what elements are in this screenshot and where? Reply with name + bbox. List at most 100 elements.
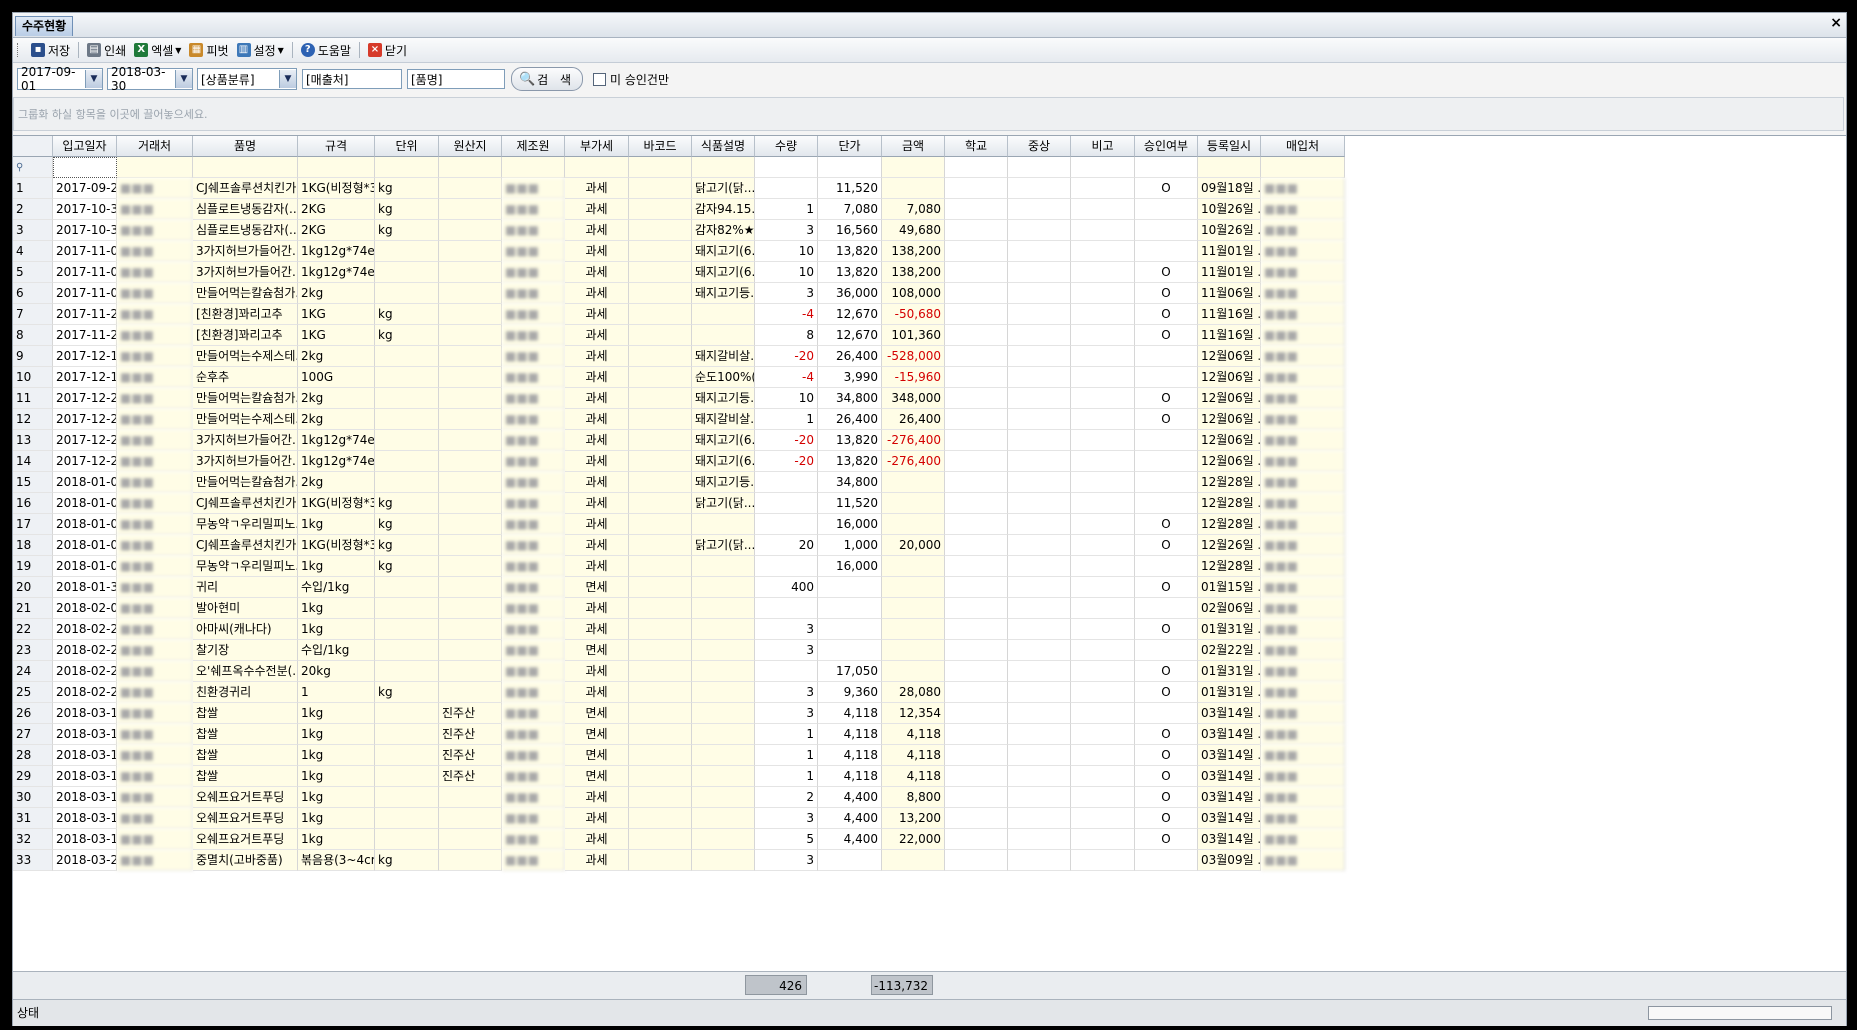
grid-cell[interactable] (439, 829, 502, 850)
grid-cell[interactable]: O (1135, 514, 1198, 535)
grid-cell[interactable] (1071, 346, 1135, 367)
column-header[interactable]: 수량 (755, 136, 818, 157)
grid-cell[interactable]: ■■■ (502, 829, 565, 850)
grid-cell[interactable]: 1kg (298, 808, 375, 829)
grid-cell[interactable]: 돼지고기등... (692, 472, 755, 493)
grid-cell[interactable]: [친환경]꽈리고추 (193, 304, 298, 325)
grid-cell[interactable] (818, 619, 882, 640)
grid-cell[interactable]: 34,800 (818, 472, 882, 493)
grid-cell[interactable]: ■■■ (117, 241, 193, 262)
grid-cell[interactable]: ■■■ (502, 766, 565, 787)
grid-cell[interactable]: 3 (755, 682, 818, 703)
grid-cell[interactable]: 1kg (298, 703, 375, 724)
grid-cell[interactable] (375, 703, 439, 724)
grid-cell[interactable] (1071, 724, 1135, 745)
grid-cell[interactable] (1071, 493, 1135, 514)
grid-cell[interactable] (945, 640, 1008, 661)
grid-cell[interactable]: 2018-03-16 (53, 766, 117, 787)
grid-cell[interactable]: 2017-12-14 (53, 346, 117, 367)
grid-cell[interactable]: 3 (755, 283, 818, 304)
grid-cell[interactable]: CJ쉐프솔루션치킨가... (193, 178, 298, 199)
grid-cell[interactable]: O (1135, 808, 1198, 829)
grid-cell[interactable]: 과세 (565, 346, 629, 367)
grid-cell[interactable]: 찹쌀 (193, 724, 298, 745)
filter-cell[interactable] (53, 157, 117, 178)
chevron-down-icon[interactable]: ▼ (279, 70, 296, 88)
column-header[interactable]: 단위 (375, 136, 439, 157)
grid-cell[interactable]: 면세 (565, 766, 629, 787)
grid-cell[interactable]: ■■■ (502, 808, 565, 829)
grid-cell[interactable]: ■■■ (1261, 178, 1345, 199)
grid-cell[interactable] (1071, 703, 1135, 724)
grid-cell[interactable] (439, 262, 502, 283)
column-header[interactable]: 비고 (1071, 136, 1135, 157)
grid-cell[interactable]: 4,118 (882, 724, 945, 745)
grid-cell[interactable] (1071, 619, 1135, 640)
grid-cell[interactable] (945, 598, 1008, 619)
grid-cell[interactable]: O (1135, 724, 1198, 745)
close-window-icon[interactable]: × (1830, 15, 1842, 31)
grid-cell[interactable]: 9,360 (818, 682, 882, 703)
grid-cell[interactable] (1135, 472, 1198, 493)
grid-cell[interactable]: ■■■ (502, 598, 565, 619)
filter-cell[interactable] (1071, 157, 1135, 178)
grid-cell[interactable] (1071, 367, 1135, 388)
grid-cell[interactable]: 4,118 (818, 703, 882, 724)
column-header[interactable]: 단가 (818, 136, 882, 157)
grid-cell[interactable]: 01월31일 ... (1198, 619, 1261, 640)
grid-cell[interactable] (1071, 472, 1135, 493)
grid-cell[interactable]: 2kg (298, 409, 375, 430)
grid-cell[interactable] (1071, 766, 1135, 787)
grid-cell[interactable] (692, 325, 755, 346)
grid-cell[interactable]: 12월28일 ... (1198, 493, 1261, 514)
grid-cell[interactable]: -20 (755, 451, 818, 472)
grid-cell[interactable] (755, 598, 818, 619)
grid-cell[interactable] (629, 178, 692, 199)
grid-cell[interactable] (882, 472, 945, 493)
grid-cell[interactable]: 2018-01-03 (53, 514, 117, 535)
grid-cell[interactable] (1071, 325, 1135, 346)
grid-cell[interactable]: 2018-03-16 (53, 724, 117, 745)
grid-cell[interactable] (1008, 703, 1071, 724)
grid-cell[interactable]: ■■■ (502, 745, 565, 766)
grid-cell[interactable]: 12,354 (882, 703, 945, 724)
grid-cell[interactable] (882, 493, 945, 514)
grid-cell[interactable]: 26,400 (882, 409, 945, 430)
grid-cell[interactable]: 만들어먹는수제스테... (193, 346, 298, 367)
grid-cell[interactable] (1008, 787, 1071, 808)
grid-cell[interactable] (375, 787, 439, 808)
grid-cell[interactable] (629, 304, 692, 325)
grid-cell[interactable]: 1 (755, 724, 818, 745)
grid-cell[interactable]: 1kg (298, 598, 375, 619)
column-header[interactable]: 매입처 (1261, 136, 1345, 157)
grid-cell[interactable] (818, 640, 882, 661)
grid-cell[interactable]: 친환경귀리 (193, 682, 298, 703)
grid-cell[interactable] (692, 787, 755, 808)
grid-cell[interactable] (439, 850, 502, 871)
grid-cell[interactable]: ■■■ (1261, 409, 1345, 430)
grid-cell[interactable]: 1KG (298, 304, 375, 325)
grid-cell[interactable]: ■■■ (1261, 787, 1345, 808)
grid-cell[interactable]: 8 (755, 325, 818, 346)
grid-cell[interactable] (1008, 388, 1071, 409)
grid-cell[interactable] (1135, 451, 1198, 472)
grid-cell[interactable]: 36,000 (818, 283, 882, 304)
grid-cell[interactable] (1008, 472, 1071, 493)
grid-cell[interactable]: 2018-02-26 (53, 640, 117, 661)
grid-cell[interactable]: O (1135, 829, 1198, 850)
grid-cell[interactable]: 아마씨(캐나다) (193, 619, 298, 640)
grid-cell[interactable] (439, 577, 502, 598)
grid-cell[interactable]: ■■■ (117, 178, 193, 199)
grid-cell[interactable]: 2017-12-28 (53, 451, 117, 472)
grid-cell[interactable] (629, 409, 692, 430)
grid-cell[interactable]: 2018-02-28 (53, 682, 117, 703)
grid-cell[interactable]: ■■■ (1261, 262, 1345, 283)
grid-cell[interactable] (629, 430, 692, 451)
grid-cell[interactable] (1008, 220, 1071, 241)
grid-cell[interactable] (692, 514, 755, 535)
grid-cell[interactable]: 10 (755, 241, 818, 262)
grid-cell[interactable]: -20 (755, 430, 818, 451)
grid-cell[interactable] (1135, 640, 1198, 661)
grid-cell[interactable]: ■■■ (117, 619, 193, 640)
grid-cell[interactable]: 11월06일 ... (1198, 283, 1261, 304)
